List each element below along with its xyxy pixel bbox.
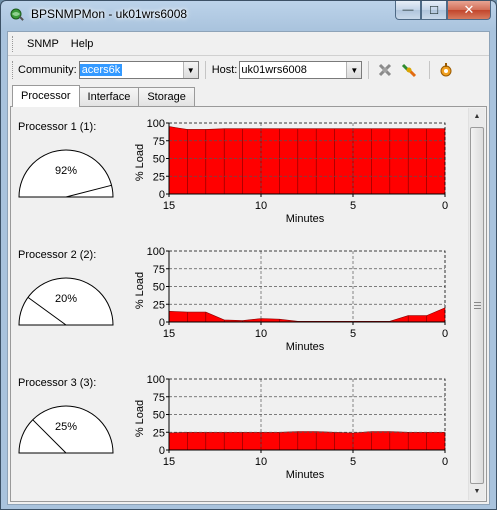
close-button[interactable]: ✕ xyxy=(447,1,491,20)
processor-panel: Processor 1 (1): 92% 0 25 50 75 100 15 10 5 0 Minut… xyxy=(10,106,487,502)
processor-label: Processor 3 (3): xyxy=(18,377,97,389)
vertical-scrollbar[interactable]: ▲ ▼ xyxy=(468,108,485,500)
toolbar-separator xyxy=(368,61,370,79)
community-value[interactable]: acers6k xyxy=(79,64,123,76)
y-tick-label: 50 xyxy=(153,154,165,166)
gauge-percent: 25% xyxy=(55,421,77,433)
y-tick-label: 50 xyxy=(153,410,165,422)
menu-help[interactable]: Help xyxy=(65,36,100,52)
scroll-down-icon[interactable]: ▼ xyxy=(469,483,485,500)
scroll-up-icon[interactable]: ▲ xyxy=(469,108,485,125)
minimize-icon: — xyxy=(402,4,414,16)
x-tick-label: 10 xyxy=(255,456,267,468)
app-icon xyxy=(10,8,24,21)
x-tick-label: 0 xyxy=(442,328,448,340)
tab-strip: Processor Interface Storage xyxy=(12,85,195,107)
y-tick-label: 75 xyxy=(153,136,165,148)
processor-label: Processor 1 (1): xyxy=(18,121,97,133)
y-tick-label: 100 xyxy=(147,374,165,386)
y-axis-label: % Load xyxy=(134,272,146,309)
x-tick-label: 0 xyxy=(442,456,448,468)
y-tick-label: 100 xyxy=(147,118,165,130)
gauge-percent: 20% xyxy=(55,293,77,305)
toolbar-separator xyxy=(429,61,431,79)
load-gauge: 25% xyxy=(18,405,114,454)
y-tick-label: 25 xyxy=(153,427,165,439)
processor-label: Processor 2 (2): xyxy=(18,249,97,261)
y-axis-label: % Load xyxy=(134,144,146,181)
maximize-button[interactable]: ☐ xyxy=(421,1,447,20)
x-tick-label: 0 xyxy=(442,200,448,212)
x-tick-label: 15 xyxy=(163,328,175,340)
menubar-grip[interactable] xyxy=(12,35,15,52)
y-tick-label: 25 xyxy=(153,299,165,311)
load-chart: 025507510015 10 5 0Minutes% Load xyxy=(134,118,448,225)
host-combo[interactable]: uk01wrs6008 ▼ xyxy=(239,61,363,79)
gauge-percent: 92% xyxy=(55,165,77,177)
chevron-down-icon[interactable]: ▼ xyxy=(346,62,362,78)
x-tick-label: 5 xyxy=(350,200,356,212)
toolbar: Community: acers6k ▼ Host: uk01wrs6008 ▼ xyxy=(8,58,489,82)
load-series-area xyxy=(168,431,446,451)
x-tick-label: 5 xyxy=(350,456,356,468)
x-tick-label: 5 xyxy=(350,328,356,340)
maximize-icon: ☐ xyxy=(429,4,439,17)
y-tick-label: 75 xyxy=(153,264,165,276)
menu-snmp[interactable]: SNMP xyxy=(21,36,65,52)
title-bar[interactable]: BPSNMPMon - uk01wrs6008 — ☐ ✕ xyxy=(1,1,496,29)
load-series-area xyxy=(168,126,446,195)
tab-processor[interactable]: Processor xyxy=(12,85,80,107)
x-tick-label: 15 xyxy=(163,200,175,212)
host-value[interactable]: uk01wrs6008 xyxy=(240,64,306,76)
x-tick-label: 10 xyxy=(255,200,267,212)
disconnect-icon[interactable] xyxy=(375,60,395,80)
connect-icon[interactable] xyxy=(399,60,419,80)
y-tick-label: 50 xyxy=(153,282,165,294)
app-window: BPSNMPMon - uk01wrs6008 — ☐ ✕ SNMP Help … xyxy=(0,0,497,510)
community-combo[interactable]: acers6k ▼ xyxy=(78,61,199,79)
load-chart: 025507510015 10 5 0Minutes% Load xyxy=(134,246,448,353)
load-gauge: 20% xyxy=(18,277,114,326)
window-title: BPSNMPMon - uk01wrs6008 xyxy=(31,7,188,21)
chevron-down-icon[interactable]: ▼ xyxy=(182,62,198,78)
y-axis-label: % Load xyxy=(134,400,146,437)
y-tick-label: 75 xyxy=(153,392,165,404)
x-axis-label: Minutes xyxy=(286,213,325,225)
toolbar-separator xyxy=(204,61,206,79)
x-axis-label: Minutes xyxy=(286,469,325,481)
x-tick-label: 10 xyxy=(255,328,267,340)
toolbar-grip[interactable] xyxy=(12,61,15,79)
tab-storage[interactable]: Storage xyxy=(138,87,195,107)
x-tick-label: 15 xyxy=(163,456,175,468)
thumb-grip-icon xyxy=(473,302,481,309)
settings-icon[interactable] xyxy=(436,60,456,80)
client-area: SNMP Help Community: acers6k ▼ Host: uk0… xyxy=(7,31,490,505)
tab-interface[interactable]: Interface xyxy=(78,87,140,107)
scroll-thumb[interactable] xyxy=(470,127,484,484)
host-label: Host: xyxy=(211,64,238,76)
y-tick-label: 25 xyxy=(153,171,165,183)
minimize-button[interactable]: — xyxy=(395,1,421,20)
load-gauge: 92% xyxy=(18,149,114,198)
x-axis-label: Minutes xyxy=(286,341,325,353)
community-label: Community: xyxy=(18,64,77,76)
load-chart: 025507510015 10 5 0Minutes% Load xyxy=(134,374,448,481)
menu-bar: SNMP Help xyxy=(8,32,489,56)
close-icon: ✕ xyxy=(463,2,475,17)
y-tick-label: 100 xyxy=(147,246,165,258)
